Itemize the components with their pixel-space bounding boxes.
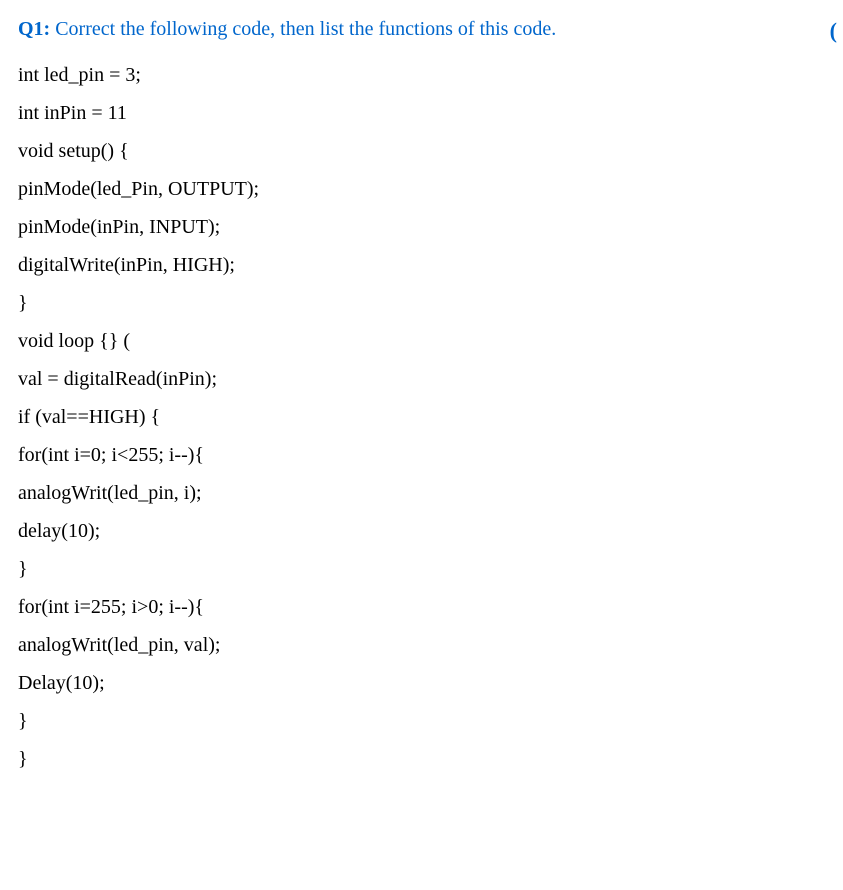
- code-line: digitalWrite(inPin, HIGH);: [18, 246, 825, 284]
- code-line: int led_pin = 3;: [18, 56, 825, 94]
- marks-paren: (: [830, 10, 837, 52]
- code-line: }: [18, 702, 825, 740]
- code-line: void loop {} (: [18, 322, 825, 360]
- code-line: pinMode(led_Pin, OUTPUT);: [18, 170, 825, 208]
- code-line: if (val==HIGH) {: [18, 398, 825, 436]
- code-line: analogWrit(led_pin, i);: [18, 474, 825, 512]
- code-line: for(int i=0; i<255; i--){: [18, 436, 825, 474]
- code-line: }: [18, 740, 825, 778]
- code-line: for(int i=255; i>0; i--){: [18, 588, 825, 626]
- code-line: }: [18, 550, 825, 588]
- code-line: int inPin = 11: [18, 94, 825, 132]
- code-block: int led_pin = 3; int inPin = 11 void set…: [18, 56, 825, 778]
- code-line: delay(10);: [18, 512, 825, 550]
- code-line: }: [18, 284, 825, 322]
- code-line: pinMode(inPin, INPUT);: [18, 208, 825, 246]
- code-line: val = digitalRead(inPin);: [18, 360, 825, 398]
- question-header: Q1: Correct the following code, then lis…: [18, 10, 825, 48]
- code-line: Delay(10);: [18, 664, 825, 702]
- code-line: analogWrit(led_pin, val);: [18, 626, 825, 664]
- question-text: Correct the following code, then list th…: [50, 18, 556, 40]
- question-label: Q1:: [18, 18, 50, 40]
- code-line: void setup() {: [18, 132, 825, 170]
